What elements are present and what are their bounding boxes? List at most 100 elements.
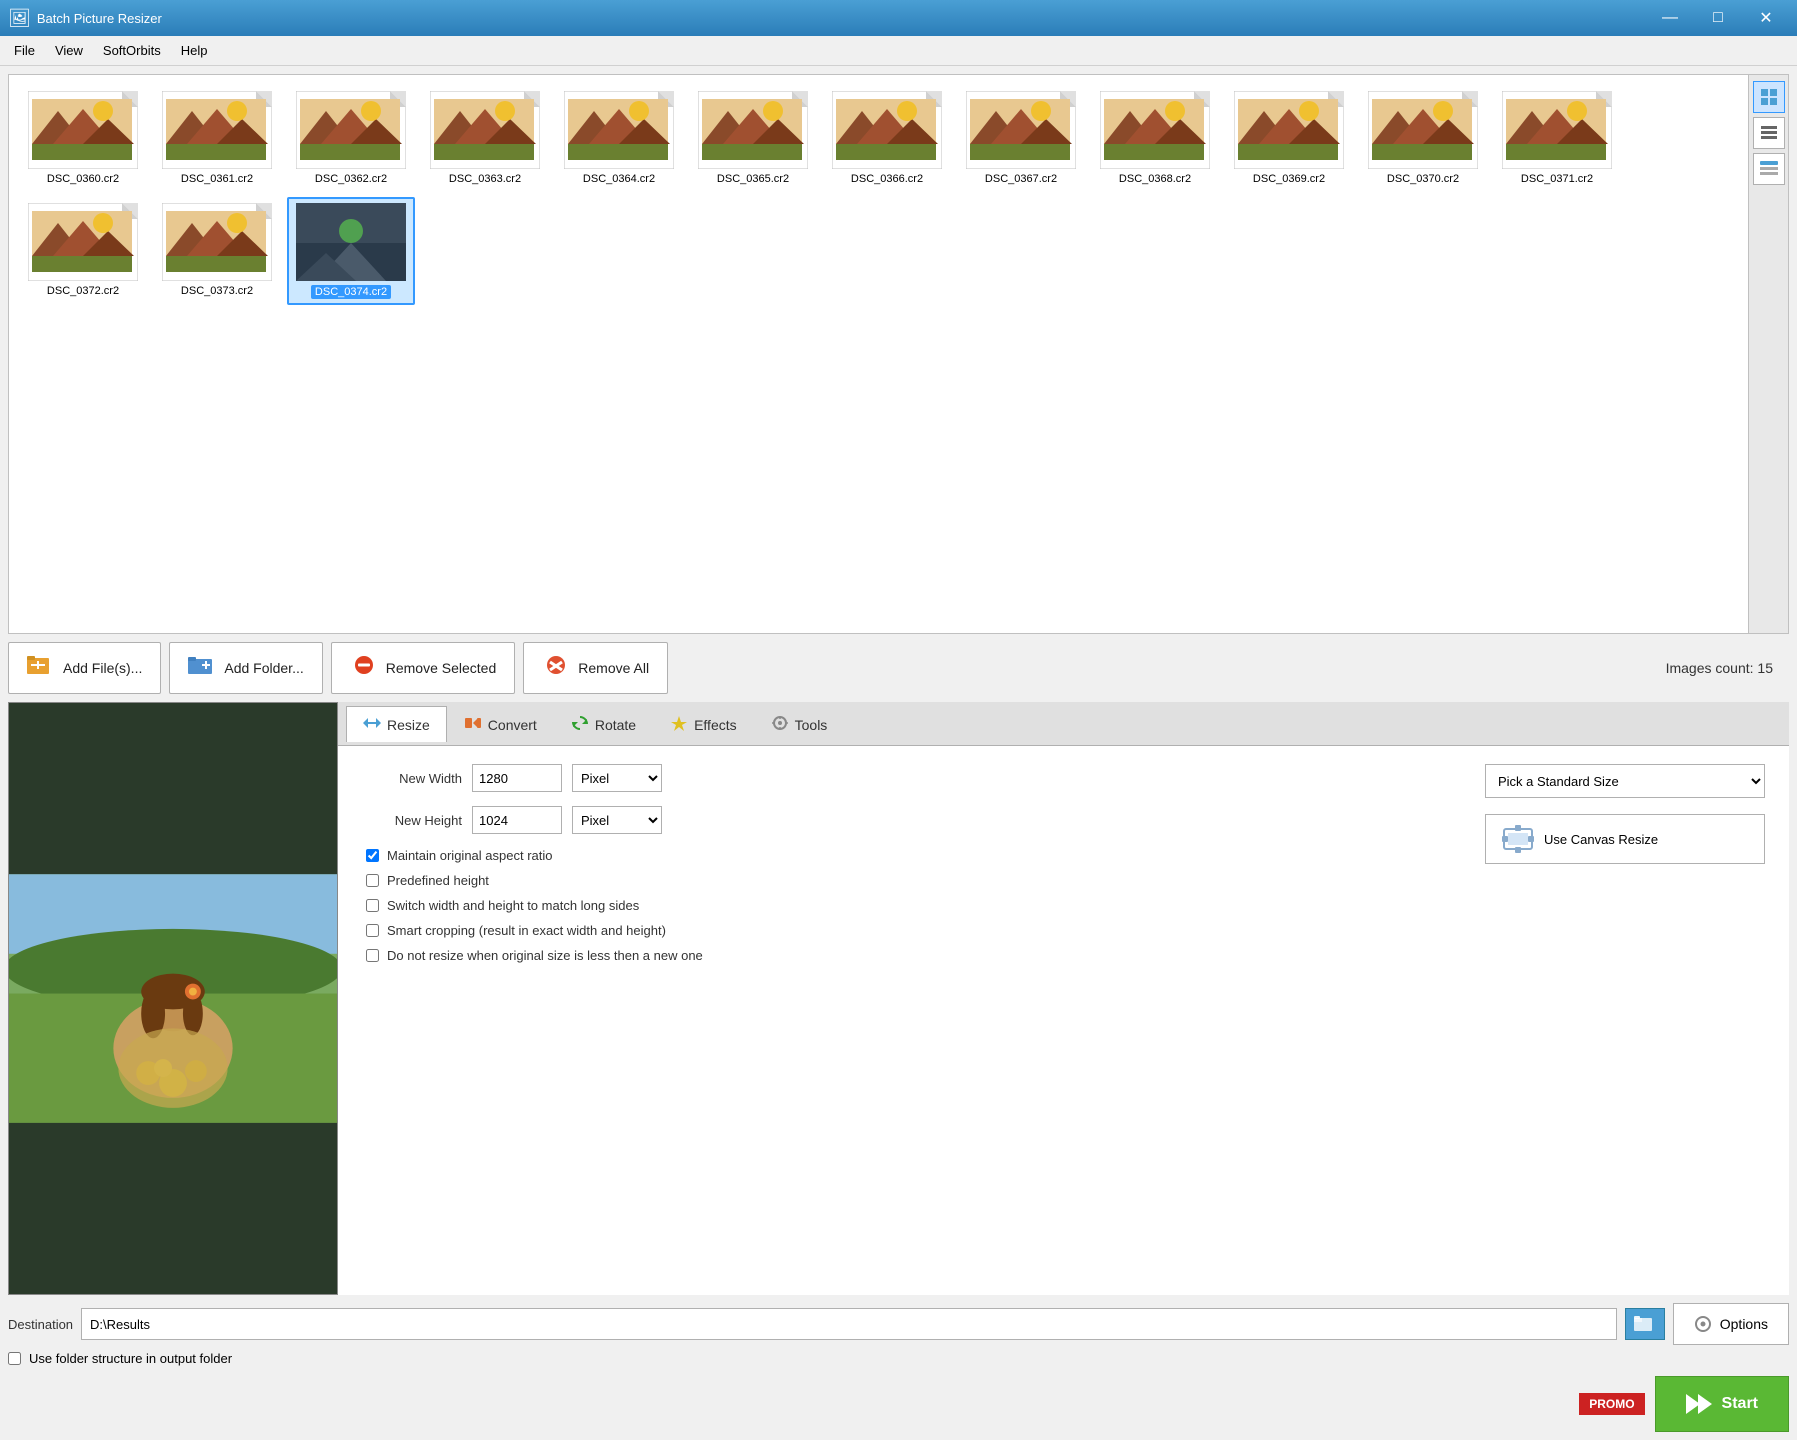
menu-softorbits[interactable]: SoftOrbits [93, 39, 171, 62]
destination-label: Destination [8, 1317, 73, 1332]
destination-browse-button[interactable] [1625, 1308, 1665, 1340]
file-name: DSC_0374.cr2 [311, 285, 391, 299]
settings-right: Pick a Standard Size 640x480 800x600 102… [1485, 764, 1765, 1277]
height-unit-select[interactable]: Pixel Percent Cm Inch [572, 806, 662, 834]
toolbar: Add File(s)... Add Folder... Remove Sele… [0, 634, 1797, 702]
file-thumbnail [1234, 91, 1344, 169]
file-thumbnail [966, 91, 1076, 169]
add-folder-button[interactable]: Add Folder... [169, 642, 322, 694]
smart-crop-checkbox[interactable] [366, 924, 379, 937]
tab-effects-label: Effects [694, 717, 737, 733]
add-files-button[interactable]: Add File(s)... [8, 642, 161, 694]
new-height-label: New Height [362, 813, 462, 828]
new-width-input[interactable] [472, 764, 562, 792]
file-item[interactable]: DSC_0361.cr2 [153, 85, 281, 191]
file-thumbnail [1502, 91, 1612, 169]
remove-selected-button[interactable]: Remove Selected [331, 642, 516, 694]
file-thumbnail [296, 91, 406, 169]
width-unit-select[interactable]: Pixel Percent Cm Inch [572, 764, 662, 792]
maintain-aspect-label: Maintain original aspect ratio [387, 848, 552, 863]
promo-badge: PROMO [1571, 1389, 1644, 1419]
tab-tools-label: Tools [795, 717, 828, 733]
file-thumbnail [832, 91, 942, 169]
predefined-height-label: Predefined height [387, 873, 489, 888]
file-item[interactable]: DSC_0372.cr2 [19, 197, 147, 305]
settings-left: New Width Pixel Percent Cm Inch New Heig… [362, 764, 1461, 1277]
file-item[interactable]: DSC_0367.cr2 [957, 85, 1085, 191]
add-files-icon [27, 654, 55, 682]
view-details-button[interactable] [1753, 153, 1785, 185]
file-item[interactable]: DSC_0368.cr2 [1091, 85, 1219, 191]
tab-rotate-label: Rotate [595, 717, 636, 733]
bottom-actions: PROMO Start [0, 1368, 1797, 1440]
settings-content: New Width Pixel Percent Cm Inch New Heig… [338, 746, 1789, 1295]
file-grid: DSC_0360.cr2 DSC_0361.cr2 [9, 75, 1748, 633]
menu-help[interactable]: Help [171, 39, 218, 62]
close-button[interactable]: ✕ [1743, 0, 1789, 36]
file-thumbnail [162, 203, 272, 281]
new-height-input[interactable] [472, 806, 562, 834]
no-resize-checkbox[interactable] [366, 949, 379, 962]
add-folder-label: Add Folder... [224, 660, 303, 676]
file-thumbnail [162, 91, 272, 169]
file-item[interactable]: DSC_0363.cr2 [421, 85, 549, 191]
settings-panel: Resize Convert Rotate [338, 702, 1789, 1295]
canvas-resize-button[interactable]: Use Canvas Resize [1485, 814, 1765, 864]
file-item[interactable]: DSC_0369.cr2 [1225, 85, 1353, 191]
remove-all-button[interactable]: Remove All [523, 642, 668, 694]
predefined-height-checkbox[interactable] [366, 874, 379, 887]
file-item[interactable]: DSC_0364.cr2 [555, 85, 683, 191]
grid-sidebar [1748, 75, 1788, 633]
switch-wh-checkbox[interactable] [366, 899, 379, 912]
folder-structure-row: Use folder structure in output folder [8, 1345, 1789, 1368]
file-name: DSC_0369.cr2 [1253, 173, 1325, 185]
new-height-row: New Height Pixel Percent Cm Inch [362, 806, 1461, 834]
canvas-resize-label: Use Canvas Resize [1544, 832, 1658, 847]
file-item[interactable]: DSC_0373.cr2 [153, 197, 281, 305]
file-name: DSC_0364.cr2 [583, 173, 655, 185]
file-item[interactable]: DSC_0365.cr2 [689, 85, 817, 191]
view-list-button[interactable] [1753, 117, 1785, 149]
tab-convert[interactable]: Convert [447, 706, 554, 742]
file-thumbnail [28, 203, 138, 281]
file-item[interactable]: DSC_0374.cr2 [287, 197, 415, 305]
add-folder-icon [188, 654, 216, 682]
menu-bar: File View SoftOrbits Help [0, 36, 1797, 66]
tab-tools[interactable]: Tools [754, 706, 845, 742]
file-item[interactable]: DSC_0366.cr2 [823, 85, 951, 191]
tab-resize[interactable]: Resize [346, 706, 447, 742]
file-item[interactable]: DSC_0370.cr2 [1359, 85, 1487, 191]
remove-selected-label: Remove Selected [386, 660, 497, 676]
view-large-icons-button[interactable] [1753, 81, 1785, 113]
destination-row: Destination Options [8, 1303, 1789, 1345]
smart-crop-label: Smart cropping (result in exact width an… [387, 923, 666, 938]
switch-wh-label: Switch width and height to match long si… [387, 898, 639, 913]
options-button[interactable]: Options [1673, 1303, 1789, 1345]
new-width-label: New Width [362, 771, 462, 786]
file-thumbnail [296, 203, 406, 281]
tab-effects[interactable]: Effects [653, 706, 754, 742]
menu-file[interactable]: File [4, 39, 45, 62]
standard-size-select[interactable]: Pick a Standard Size 640x480 800x600 102… [1485, 764, 1765, 798]
tab-resize-label: Resize [387, 717, 430, 733]
menu-view[interactable]: View [45, 39, 93, 62]
file-name: DSC_0372.cr2 [47, 285, 119, 297]
file-item[interactable]: DSC_0371.cr2 [1493, 85, 1621, 191]
destination-input[interactable] [81, 1308, 1617, 1340]
start-button[interactable]: Start [1655, 1376, 1789, 1432]
new-width-row: New Width Pixel Percent Cm Inch [362, 764, 1461, 792]
resize-tab-icon [363, 715, 381, 734]
file-item[interactable]: DSC_0360.cr2 [19, 85, 147, 191]
app-title: Batch Picture Resizer [37, 11, 1647, 26]
minimize-button[interactable]: — [1647, 0, 1693, 36]
file-item[interactable]: DSC_0362.cr2 [287, 85, 415, 191]
remove-selected-icon [350, 654, 378, 682]
file-name: DSC_0363.cr2 [449, 173, 521, 185]
file-name: DSC_0362.cr2 [315, 173, 387, 185]
folder-structure-checkbox[interactable] [8, 1352, 21, 1365]
maximize-button[interactable]: □ [1695, 0, 1741, 36]
tab-rotate[interactable]: Rotate [554, 706, 653, 742]
maintain-aspect-checkbox[interactable] [366, 849, 379, 862]
bottom-panel: Resize Convert Rotate [0, 702, 1797, 1303]
rotate-tab-icon [571, 715, 589, 734]
